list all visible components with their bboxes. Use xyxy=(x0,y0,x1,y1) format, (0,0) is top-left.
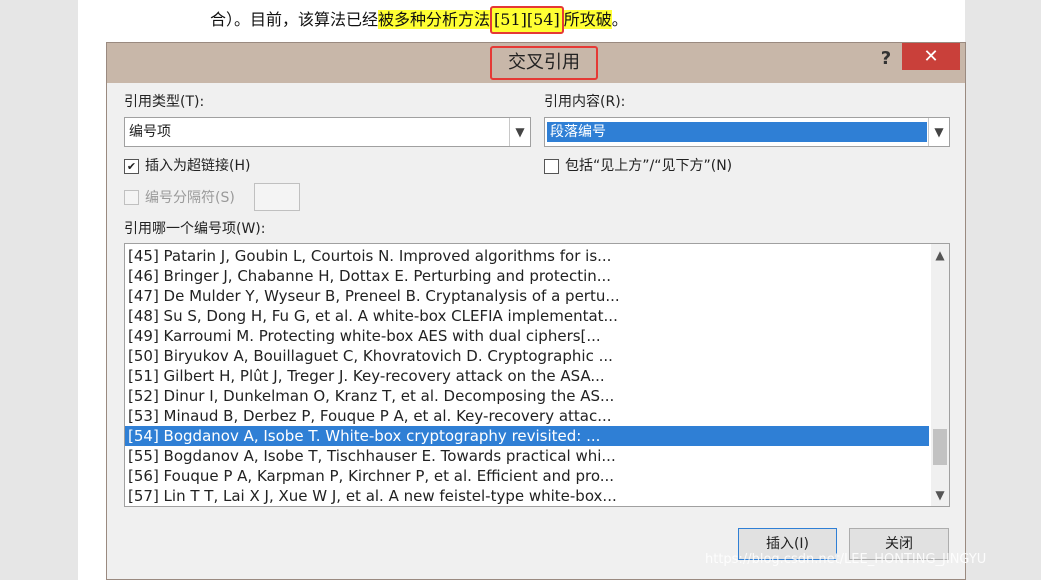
watermark-text: https://blog.csdn.net/LEE_HONTING_JINGYU xyxy=(705,552,987,567)
ref-content-label: 引用内容(R): xyxy=(544,94,626,110)
ref-content-value: 段落编号 xyxy=(547,122,927,142)
list-item[interactable]: [49] Karroumi M. Protecting white-box AE… xyxy=(125,326,929,346)
chevron-down-icon[interactable]: ▼ xyxy=(509,118,530,146)
document-text-end: 。 xyxy=(611,10,628,29)
chevron-down-icon[interactable]: ▼ xyxy=(928,118,949,146)
list-item[interactable]: [46] Bringer J, Chabanne H, Dottax E. Pe… xyxy=(125,266,929,286)
help-button[interactable]: ? xyxy=(875,47,897,71)
list-item[interactable]: [57] Lin T T, Lai X J, Xue W J, et al. A… xyxy=(125,486,929,506)
cross-reference-dialog: 交叉引用 ? ✕ 引用类型(T): 编号项 ▼ 引用内容(R): 段落编号 ▼ … xyxy=(106,42,966,580)
separator-input xyxy=(254,183,300,211)
insert-hyperlink-label[interactable]: 插入为超链接(H) xyxy=(145,157,250,175)
vertical-scrollbar[interactable]: ▲ ▼ xyxy=(931,244,949,506)
highlighted-text: 被多种分析方法 xyxy=(378,10,491,29)
list-item[interactable]: [53] Minaud B, Derbez P, Fouque P A, et … xyxy=(125,406,929,426)
separator-label: 编号分隔符(S) xyxy=(145,190,235,206)
numbered-item-list[interactable]: [45] Patarin J, Goubin L, Courtois N. Im… xyxy=(124,243,950,507)
highlighted-text-after: 所攻破 xyxy=(563,10,612,29)
list-item[interactable]: [48] Su S, Dong H, Fu G, et al. A white-… xyxy=(125,306,929,326)
list-item[interactable]: [51] Gilbert H, Plût J, Treger J. Key-re… xyxy=(125,366,929,386)
which-item-label: 引用哪一个编号项(W): xyxy=(124,221,266,237)
ref-type-select[interactable]: 编号项 ▼ xyxy=(124,117,531,147)
list-item[interactable]: [45] Patarin J, Goubin L, Courtois N. Im… xyxy=(125,246,929,266)
scrollbar-thumb[interactable] xyxy=(933,429,947,465)
list-item[interactable]: [54] Bogdanov A, Isobe T. White-box cryp… xyxy=(125,426,929,446)
chevron-up-icon[interactable]: ▲ xyxy=(931,246,949,264)
dialog-titlebar[interactable]: 交叉引用 ? ✕ xyxy=(107,43,965,83)
list-item[interactable]: [47] De Mulder Y, Wyseur B, Preneel B. C… xyxy=(125,286,929,306)
ref-type-label: 引用类型(T): xyxy=(124,94,205,110)
ref-content-select[interactable]: 段落编号 ▼ xyxy=(544,117,950,147)
list-item[interactable]: [56] Fouque P A, Karpman P, Kirchner P, … xyxy=(125,466,929,486)
include-above-below-checkbox[interactable] xyxy=(544,159,559,174)
include-above-below-label[interactable]: 包括“见上方”/“见下方”(N) xyxy=(565,157,732,175)
close-icon[interactable]: ✕ xyxy=(902,43,960,70)
insert-hyperlink-checkbox[interactable]: ✔ xyxy=(124,159,139,174)
dialog-title: 交叉引用 xyxy=(490,46,598,80)
separator-checkbox xyxy=(124,190,139,205)
list-item[interactable]: [50] Biryukov A, Bouillaguet C, Khovrato… xyxy=(125,346,929,366)
list-item[interactable]: [55] Bogdanov A, Isobe T, Tischhauser E.… xyxy=(125,446,929,466)
citation-marker[interactable]: [51][54] xyxy=(490,6,564,34)
document-text: 合）。目前，该算法已经 xyxy=(210,10,379,29)
ref-type-value: 编号项 xyxy=(129,124,171,140)
list-item[interactable]: [52] Dinur I, Dunkelman O, Kranz T, et a… xyxy=(125,386,929,406)
list-items: [45] Patarin J, Goubin L, Courtois N. Im… xyxy=(125,246,929,506)
document-text-line: 合）。目前，该算法已经被多种分析方法 [51][54] 所攻破。 xyxy=(210,6,628,34)
chevron-down-icon[interactable]: ▼ xyxy=(931,486,949,504)
